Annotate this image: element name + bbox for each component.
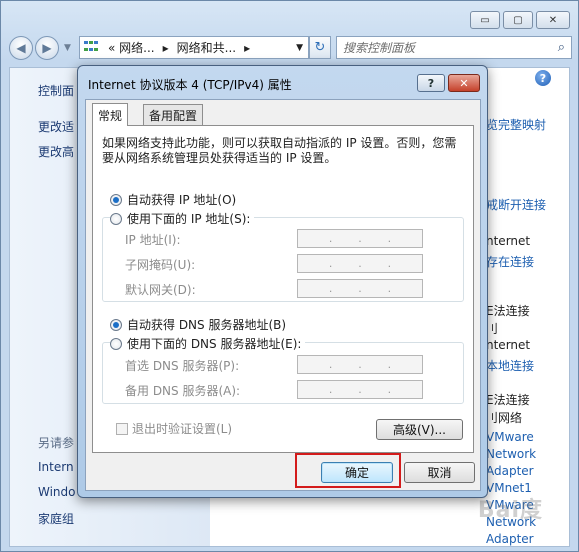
help-icon[interactable]: ? <box>535 70 551 86</box>
watermark-logo: Bai度 <box>477 498 543 523</box>
ip-dot: . <box>328 257 333 270</box>
left-link-change-advanced[interactable]: 更改高 <box>38 143 74 160</box>
ip-dot: . <box>328 232 333 245</box>
left-link-internet-options[interactable]: Intern <box>38 460 74 474</box>
radio-unselected-icon <box>110 337 122 350</box>
static-ip-group: IP 地址(I): ... 子网掩码(U): ... 默认网关(D): ... <box>102 217 464 302</box>
window-controls: ▭ ▢ ✕ <box>470 11 570 29</box>
breadcrumb-network-sharing[interactable]: 网络和共... <box>177 39 236 56</box>
link-vmware-adapter-2[interactable]: Adapter <box>486 532 534 546</box>
search-placeholder: 搜索控制面板 <box>343 41 416 55</box>
close-button[interactable]: ✕ <box>536 11 570 29</box>
network-status-text: nternet <box>486 338 531 352</box>
maximize-button[interactable]: ▢ <box>503 11 533 29</box>
radio-use-static-dns[interactable]: 使用下面的 DNS 服务器地址(E): <box>110 335 306 352</box>
left-link-homegroup[interactable]: 家庭组 <box>38 510 74 527</box>
minimize-button[interactable]: ▭ <box>470 11 500 29</box>
ip-dot: . <box>358 257 362 270</box>
dialog-body: 常规 备用配置 如果网络支持此功能，则可以获取自动指派的 IP 设置。否则，您需… <box>85 99 481 491</box>
breadcrumb-network[interactable]: « 网络... <box>108 39 155 56</box>
history-dropdown-icon[interactable]: ▼ <box>64 43 71 53</box>
radio-use-static-dns-label: 使用下面的 DNS 服务器地址(E): <box>127 337 302 351</box>
link-vmware-adapter-1[interactable]: Network <box>486 447 536 461</box>
ip-address-field[interactable]: ... <box>297 229 423 248</box>
alternate-dns-label: 备用 DNS 服务器(A): <box>125 384 241 398</box>
ipv4-properties-dialog: Internet 协议版本 4 (TCP/IPv4) 属性 ? ✕ 常规 备用配… <box>77 65 488 498</box>
address-bar[interactable]: « 网络... ▸ 网络和共... ▸ ▼ <box>79 36 309 59</box>
ip-dot: . <box>387 282 392 295</box>
ip-dot: . <box>328 282 333 295</box>
link-vmware-adapter-1[interactable]: Adapter <box>486 464 534 478</box>
ip-dot: . <box>358 358 362 371</box>
network-status-text: E法连接 <box>486 393 530 407</box>
ok-highlight-annotation <box>295 453 401 488</box>
validate-on-exit-label: 退出时验证设置(L) <box>132 422 233 436</box>
ip-dot: . <box>387 257 392 270</box>
link-connection[interactable]: 存在连接 <box>486 253 534 270</box>
network-status-text: nternet <box>486 234 531 248</box>
search-icon[interactable]: ⌕ <box>558 40 565 55</box>
search-input[interactable]: 搜索控制面板 ⌕ <box>336 36 572 59</box>
subnet-mask-label: 子网掩码(U): <box>125 258 196 272</box>
advanced-button[interactable]: 高级(V)... <box>376 419 463 440</box>
dialog-help-button[interactable]: ? <box>417 74 445 92</box>
default-gateway-label: 默认网关(D): <box>125 283 196 297</box>
description-text: 如果网络支持此功能，则可以获取自动指派的 IP 设置。否则，您需要从网络系统管理… <box>102 136 457 165</box>
link-vmware-adapter-1[interactable]: VMware <box>486 430 534 444</box>
ip-dot: . <box>387 232 392 245</box>
navigation-bar: ◀ ▶ ▼ « 网络... ▸ 网络和共... ▸ ▼ ↻ 搜索控制面板 ⌕ <box>9 34 572 62</box>
tab-general[interactable]: 常规 <box>92 103 129 126</box>
link-connect-disconnect[interactable]: 戒断开连接 <box>486 196 546 213</box>
general-tab-panel: 如果网络支持此功能，则可以获取自动指派的 IP 设置。否则，您需要从网络系统管理… <box>92 125 474 453</box>
radio-obtain-ip-auto-label: 自动获得 IP 地址(O) <box>127 193 237 207</box>
radio-use-static-ip-label: 使用下面的 IP 地址(S): <box>127 212 251 226</box>
ip-address-label: IP 地址(I): <box>125 233 181 247</box>
refresh-icon: ↻ <box>314 40 326 55</box>
radio-obtain-ip-auto[interactable]: 自动获得 IP 地址(O) <box>110 191 236 208</box>
ip-dot: . <box>358 383 362 396</box>
back-arrow-icon: ◀ <box>16 41 26 55</box>
alternate-dns-field[interactable]: ... <box>297 380 423 399</box>
forward-arrow-icon: ▶ <box>42 41 52 55</box>
radio-obtain-dns-auto[interactable]: 自动获得 DNS 服务器地址(B) <box>110 316 286 333</box>
address-dropdown-icon[interactable]: ▼ <box>296 43 303 53</box>
radio-obtain-dns-auto-label: 自动获得 DNS 服务器地址(B) <box>127 318 287 332</box>
breadcrumb-separator-icon[interactable]: ▸ <box>163 41 169 55</box>
network-folder-icon <box>84 40 100 55</box>
radio-selected-icon <box>110 318 122 331</box>
refresh-button[interactable]: ↻ <box>309 36 331 59</box>
ip-dot: . <box>387 358 392 371</box>
ip-dot: . <box>328 358 333 371</box>
left-link-control-panel-home[interactable]: 控制面 <box>38 82 74 99</box>
radio-selected-icon <box>110 193 122 206</box>
subnet-mask-field[interactable]: ... <box>297 254 423 273</box>
ip-dot: . <box>328 383 333 396</box>
validate-on-exit-checkbox[interactable]: 退出时验证设置(L) <box>116 420 232 437</box>
default-gateway-field[interactable]: ... <box>297 279 423 298</box>
network-status-text: 刂网络 <box>486 411 523 425</box>
radio-use-static-ip[interactable]: 使用下面的 IP 地址(S): <box>110 210 255 227</box>
left-link-change-adapter[interactable]: 更改适 <box>38 118 74 135</box>
ip-dot: . <box>358 232 362 245</box>
see-also-heading: 另请参 <box>38 436 75 450</box>
cancel-button[interactable]: 取消 <box>404 462 475 483</box>
ip-dot: . <box>387 383 392 396</box>
link-view-full-map[interactable]: 览完整映射 <box>486 116 546 133</box>
checkbox-unchecked-icon <box>116 422 128 435</box>
forward-button[interactable]: ▶ <box>35 36 59 60</box>
back-button[interactable]: ◀ <box>9 36 33 60</box>
tab-alternate-config[interactable]: 备用配置 <box>143 104 204 125</box>
network-status-text: E法连接 <box>486 304 530 318</box>
radio-unselected-icon <box>110 212 122 225</box>
preferred-dns-label: 首选 DNS 服务器(P): <box>125 359 240 373</box>
breadcrumb-separator-icon[interactable]: ▸ <box>244 41 250 55</box>
left-link-windows-firewall[interactable]: Windo <box>38 485 76 499</box>
link-local-connection[interactable]: 本地连接 <box>486 357 534 374</box>
ip-dot: . <box>358 282 362 295</box>
dialog-close-button[interactable]: ✕ <box>448 74 480 92</box>
dialog-title: Internet 协议版本 4 (TCP/IPv4) 属性 <box>88 78 292 92</box>
preferred-dns-field[interactable]: ... <box>297 355 423 374</box>
